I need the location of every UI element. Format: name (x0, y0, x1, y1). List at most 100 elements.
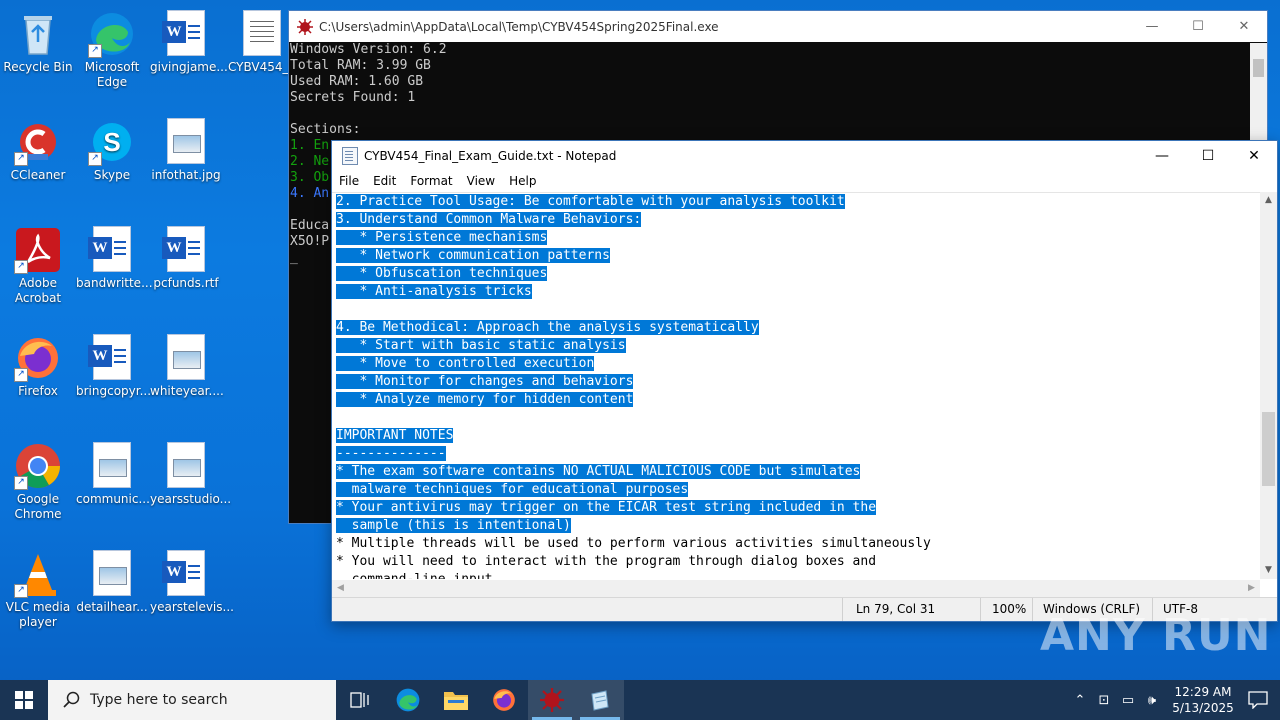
notification-center-button[interactable] (1236, 691, 1280, 709)
text-line: * Start with basic static analysis (336, 337, 1260, 355)
desktop-icon-infothat[interactable]: infothat.jpg (148, 112, 224, 183)
text-line: * Move to controlled execution (336, 355, 1260, 373)
volume-icon[interactable]: 🕪 (1140, 693, 1164, 708)
edge-icon: ↗ (88, 10, 136, 58)
taskbar-search[interactable]: Type here to search (48, 680, 336, 720)
selected-text: * Your antivirus may trigger on the EICA… (336, 500, 877, 515)
minimize-button[interactable]: — (1139, 141, 1185, 172)
image-file-icon (162, 118, 210, 166)
close-button[interactable]: ✕ (1231, 141, 1277, 172)
desktop-icon-yearsstudio[interactable]: yearsstudio... (148, 436, 231, 507)
chevron-up-icon[interactable]: ⌃ (1068, 693, 1092, 708)
taskbar-firefox[interactable] (480, 680, 528, 720)
desktop-icon-label: communic... (76, 492, 150, 506)
desktop-icon-vlc[interactable]: ↗ VLC media player (0, 544, 76, 630)
minimize-button[interactable]: — (1129, 11, 1175, 42)
close-button[interactable]: ✕ (1221, 11, 1267, 42)
notification-icon (1248, 691, 1268, 709)
taskbar-edge[interactable] (384, 680, 432, 720)
desktop-icon-firefox[interactable]: ↗ Firefox (0, 328, 76, 399)
scroll-up-arrow-icon[interactable]: ▲ (1260, 192, 1277, 209)
menu-help[interactable]: Help (502, 174, 543, 188)
taskbar-file-explorer[interactable] (432, 680, 480, 720)
scroll-right-arrow-icon[interactable]: ▶ (1243, 580, 1260, 597)
scrollbar-thumb[interactable] (1262, 412, 1275, 486)
desktop-icon-bringcopyr[interactable]: W bringcopyr... (74, 328, 152, 399)
scroll-left-arrow-icon[interactable]: ◀ (332, 580, 349, 597)
scrollbar-thumb[interactable] (1253, 59, 1264, 77)
text-line: 4. Be Methodical: Approach the analysis … (336, 319, 1260, 337)
text-line: 3. Understand Common Malware Behaviors: (336, 211, 1260, 229)
notepad-titlebar[interactable]: CYBV454_Final_Exam_Guide.txt - Notepad —… (332, 141, 1277, 171)
desktop-icon-google-chrome[interactable]: ↗ Google Chrome (0, 436, 76, 522)
word-document-icon: W (88, 226, 136, 274)
desktop-icon-communic[interactable]: communic... (74, 436, 150, 507)
desktop-icon-microsoft-edge[interactable]: ↗ Microsoft Edge (74, 4, 150, 90)
console-title: C:\Users\admin\AppData\Local\Temp\CYBV45… (319, 19, 719, 34)
clock[interactable]: 12:29 AM 5/13/2025 (1170, 684, 1236, 716)
desktop-icon-recycle-bin[interactable]: Recycle Bin (0, 4, 76, 75)
menu-edit[interactable]: Edit (366, 174, 403, 188)
shortcut-arrow-icon: ↗ (14, 260, 28, 274)
desktop-icon-label: Skype (93, 168, 131, 182)
desktop-icon-label: Adobe Acrobat (14, 276, 62, 305)
maximize-button[interactable]: ☐ (1185, 141, 1231, 172)
task-view-icon (350, 692, 369, 708)
desktop-icon-label: detailhear... (76, 600, 148, 614)
text-lines: 2. Practice Tool Usage: Be comfortable w… (332, 193, 1260, 579)
console-line: Total RAM: 3.99 GB (290, 58, 431, 73)
firefox-icon: ↗ (14, 334, 62, 382)
shortcut-arrow-icon: ↗ (14, 584, 28, 598)
desktop-icon-yearstelevis[interactable]: W yearstelevis... (148, 544, 234, 615)
menu-format[interactable]: Format (403, 174, 459, 188)
text-line: * Obfuscation techniques (336, 265, 1260, 283)
desktop-icon-label: infothat.jpg (151, 168, 221, 182)
desktop-icon-label: bandwritte... (76, 276, 153, 290)
desktop-icon-label: VLC media player (5, 600, 71, 629)
console-titlebar[interactable]: C:\Users\admin\AppData\Local\Temp\CYBV45… (289, 11, 1267, 42)
taskbar: Type here to search ⌃ ⊡ ▭ 🕪 12:29 AM 5/1… (0, 680, 1280, 720)
taskbar-notepad[interactable] (576, 680, 624, 720)
menu-file[interactable]: File (332, 174, 366, 188)
menu-view[interactable]: View (460, 174, 502, 188)
console-section-line: 1. En (290, 138, 330, 153)
selected-text: IMPORTANT NOTES (336, 428, 454, 443)
text-line (336, 301, 1260, 319)
console-cursor: _ (290, 250, 298, 265)
notepad-window[interactable]: CYBV454_Final_Exam_Guide.txt - Notepad —… (331, 140, 1278, 622)
desktop-icon-ccleaner[interactable]: ↗ CCleaner (0, 112, 76, 183)
desktop-icon-givingjame[interactable]: W givingjame... (148, 4, 228, 75)
notepad-text-area[interactable]: 2. Practice Tool Usage: Be comfortable w… (332, 192, 1260, 579)
desktop-icon-label: CCleaner (10, 168, 66, 182)
desktop-icon-label: Firefox (18, 384, 58, 398)
selected-text: * Anti-analysis tricks (336, 284, 532, 299)
desktop-icon-bandwritte[interactable]: W bandwritte... (74, 220, 153, 291)
google-chrome-icon: ↗ (14, 442, 62, 490)
task-view-button[interactable] (336, 680, 384, 720)
text: * Multiple threads will be used to perfo… (336, 536, 931, 551)
selected-text: malware techniques for educational purpo… (336, 482, 689, 497)
firefox-icon (493, 689, 515, 711)
desktop-icon-skype[interactable]: S ↗ Skype (74, 112, 150, 183)
search-icon (63, 691, 80, 708)
desktop-icon-whiteyear[interactable]: whiteyear.... (148, 328, 224, 399)
desktop-icon-adobe-acrobat[interactable]: ↗ Adobe Acrobat (0, 220, 76, 306)
desktop-icon-label: yearstelevis... (150, 600, 234, 614)
start-button[interactable] (0, 680, 48, 720)
taskbar-exam-exe[interactable] (528, 680, 576, 720)
desktop-icon-detailhear[interactable]: detailhear... (74, 544, 150, 615)
desktop-icon-pcfunds[interactable]: W pcfunds.rtf (148, 220, 224, 291)
desktop-icon-label: bringcopyr... (76, 384, 152, 398)
text-line: 2. Practice Tool Usage: Be comfortable w… (336, 193, 1260, 211)
maximize-button[interactable]: ☐ (1175, 11, 1221, 42)
device-icon[interactable]: ⊡ (1092, 693, 1116, 708)
console-section-line: 3. Ob (290, 170, 330, 185)
text-line (336, 409, 1260, 427)
notepad-horizontal-scrollbar[interactable]: ◀ ▶ (332, 580, 1260, 597)
virus-app-icon (540, 688, 564, 712)
console-section-line: 4. An (290, 186, 330, 201)
scroll-down-arrow-icon[interactable]: ▼ (1260, 562, 1277, 579)
text: command-line input (336, 572, 493, 579)
network-icon[interactable]: ▭ (1116, 693, 1140, 708)
notepad-vertical-scrollbar[interactable]: ▲ ▼ (1260, 192, 1277, 579)
